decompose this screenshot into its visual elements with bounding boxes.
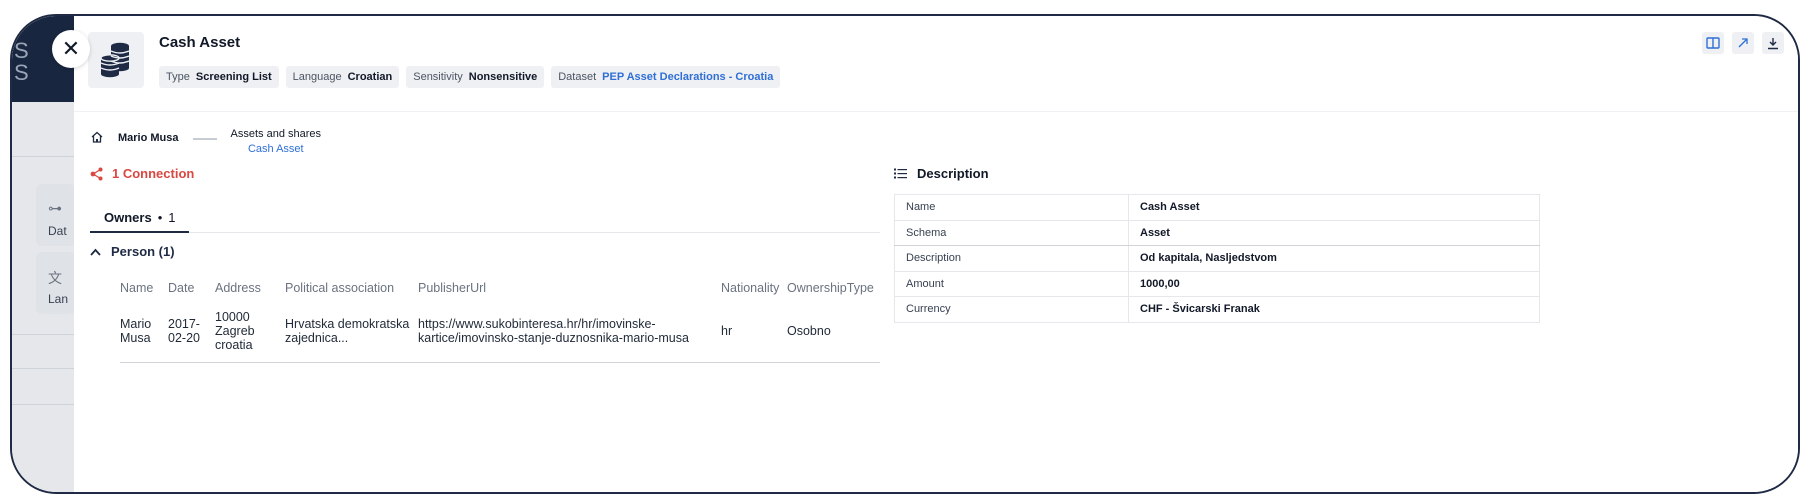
background-card-label: Lan	[48, 292, 69, 306]
description-row: Amount 1000,00	[894, 271, 1540, 297]
chevron-up-icon	[90, 248, 101, 256]
column-header: PublisherUrl	[418, 281, 487, 295]
cell-publisher-url[interactable]: https://www.sukobinteresa.hr/hr/imovinsk…	[418, 302, 721, 363]
column-header: OwnershipType	[787, 281, 874, 295]
tab-count: 1	[168, 210, 176, 225]
background-app: S S ⊶ Dat 文 Lan	[12, 16, 76, 492]
tag-key: Dataset	[558, 71, 597, 83]
download-icon	[1768, 37, 1778, 49]
download-button[interactable]	[1762, 32, 1784, 54]
breadcrumb-separator	[192, 138, 217, 140]
tag-value: Croatian	[347, 71, 393, 83]
tag-value: Screening List	[195, 71, 272, 83]
description-row: Currency CHF - Švicarski Franak	[894, 296, 1540, 323]
tag-sensitivity: Sensitivity Nonsensitive	[406, 66, 545, 88]
translate-icon: 文	[48, 270, 62, 286]
tag-key: Sensitivity	[413, 71, 463, 83]
connections-label: 1 Connection	[112, 166, 195, 181]
breadcrumb-group: Assets and shares	[230, 128, 322, 140]
background-divider	[12, 156, 74, 157]
external-link-icon	[1738, 38, 1748, 48]
connections-header: 1 Connection	[90, 166, 194, 181]
description-row: Name Cash Asset	[894, 194, 1540, 221]
tag-key: Type	[166, 71, 190, 83]
tag-dataset: Dataset PEP Asset Declarations - Croatia	[551, 66, 781, 88]
column-header: Nationality	[721, 281, 780, 295]
app-frame: S S ⊶ Dat 文 Lan ✕ Cash Asset Type Screen…	[10, 14, 1800, 494]
close-icon: ✕	[61, 36, 81, 61]
owners-table: Name Date Address Political association …	[120, 274, 880, 363]
tab-owners[interactable]: Owners • 1	[90, 204, 190, 233]
description-key: Description	[894, 245, 1129, 272]
share-nodes-icon	[90, 167, 103, 180]
hierarchy-icon: ⊶	[48, 200, 62, 216]
description-row: Description Od kapitala, Nasljedstvom	[894, 245, 1540, 272]
description-key: Schema	[894, 220, 1129, 246]
description-key: Currency	[894, 296, 1129, 323]
background-card-label: Dat	[48, 224, 67, 238]
column-header: Address	[215, 281, 261, 295]
cell-date: 2017- 02-20	[168, 302, 215, 363]
table-header-row: Name Date Address Political association …	[120, 274, 880, 302]
description-key: Name	[894, 194, 1129, 221]
cell-name[interactable]: Mario Musa	[120, 302, 168, 363]
background-divider	[12, 334, 74, 335]
book-open-icon	[1706, 37, 1720, 49]
cell-ownership-type: Osobno	[787, 302, 880, 363]
column-header: Name	[120, 281, 154, 295]
tab-dot: •	[157, 210, 163, 225]
description-key: Amount	[894, 271, 1129, 297]
list-icon	[894, 168, 907, 179]
external-link-button[interactable]	[1732, 32, 1754, 54]
background-divider	[12, 368, 74, 369]
description-header: Description	[894, 166, 989, 181]
group-label: Person (1)	[111, 244, 175, 259]
breadcrumb-relation: Assets and shares Cash Asset	[231, 128, 322, 155]
metadata-tags: Type Screening List Language Croatian Se…	[159, 66, 781, 88]
description-value: Cash Asset	[1128, 194, 1540, 221]
breadcrumb-current[interactable]: Cash Asset	[248, 143, 304, 155]
tag-type: Type Screening List	[159, 66, 279, 88]
cell-political-association: Hrvatska demokratska zajednica...	[285, 302, 418, 363]
description-title: Description	[917, 166, 989, 181]
page-title: Cash Asset	[159, 34, 241, 51]
description-table: Name Cash Asset Schema Asset Description…	[894, 194, 1540, 323]
background-header-text: S S	[14, 38, 29, 85]
coins-stack-icon	[88, 32, 144, 88]
book-open-button[interactable]	[1702, 32, 1724, 54]
cell-nationality: hr	[721, 302, 787, 363]
description-value: Asset	[1128, 220, 1540, 246]
home-icon[interactable]	[90, 130, 104, 144]
background-card-dataset: ⊶ Dat	[36, 184, 76, 246]
column-header: Date	[168, 281, 195, 295]
background-divider	[12, 404, 74, 405]
tag-language: Language Croatian	[285, 66, 400, 88]
tag-value: Nonsensitive	[468, 71, 538, 83]
description-value: 1000,00	[1128, 271, 1540, 297]
cell-address: 10000 Zagreb croatia	[215, 302, 285, 363]
group-toggle[interactable]: Person (1)	[90, 244, 175, 259]
drawer-header: Cash Asset Type Screening List Language …	[74, 16, 1798, 112]
column-header: Political association	[285, 281, 395, 295]
close-button[interactable]: ✕	[52, 30, 90, 68]
header-actions	[1702, 32, 1784, 54]
breadcrumb: Mario Musa Assets and shares Cash Asset	[90, 128, 321, 155]
description-value: CHF - Švicarski Franak	[1128, 296, 1540, 323]
description-row: Schema Asset	[894, 220, 1540, 246]
tab-label: Owners	[104, 210, 152, 225]
breadcrumb-person[interactable]: Mario Musa	[118, 132, 179, 144]
dataset-link[interactable]: PEP Asset Declarations - Croatia	[602, 71, 773, 83]
tab-bar: Owners • 1	[90, 204, 880, 233]
tag-key: Language	[292, 71, 342, 83]
description-value: Od kapitala, Nasljedstvom	[1128, 245, 1540, 272]
background-card-language: 文 Lan	[36, 252, 76, 314]
table-row[interactable]: Mario Musa 2017- 02-20 10000 Zagreb croa…	[120, 302, 880, 363]
